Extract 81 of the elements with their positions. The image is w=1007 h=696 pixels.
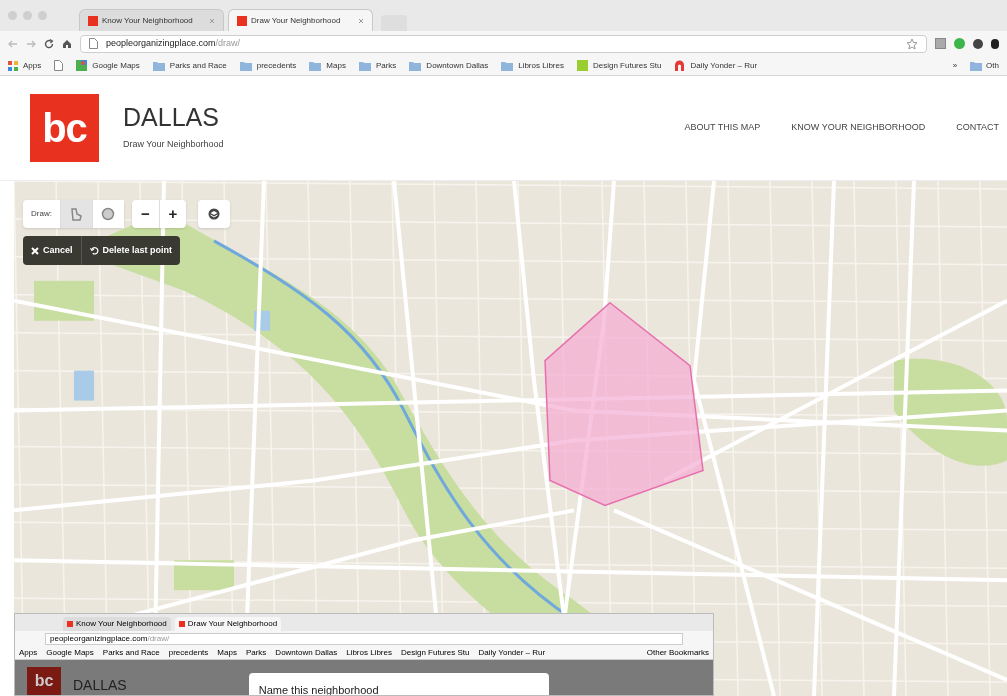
reload-icon[interactable] [44, 38, 54, 49]
folder-icon [152, 60, 165, 71]
tab-title: Draw Your Neighborhood [251, 14, 342, 27]
site-icon [577, 60, 588, 71]
site-title: DALLAS [123, 104, 220, 130]
nav-link[interactable]: ABOUT THIS MAP [684, 121, 761, 135]
circle-draw-icon [101, 207, 116, 221]
bookmark-link[interactable]: Libros Libres [346, 646, 392, 659]
url-text: peopleorganizingplace.com/draw/ [106, 36, 241, 50]
site-favicon [237, 15, 247, 26]
bookmark-link[interactable]: Design Futures Stu [577, 59, 662, 72]
bookmark-link[interactable]: Maps [309, 59, 346, 72]
tab-title: Draw Your Neighborhood [187, 618, 278, 630]
bookmark-link[interactable]: Libros Libres [501, 59, 564, 72]
folder-icon [309, 60, 322, 71]
site-favicon [178, 621, 185, 627]
bookmark-link[interactable]: Parks and Race [152, 59, 227, 72]
tab-title: Know Your Neighborhood [76, 618, 167, 630]
bookmark-link[interactable]: Other Bookmarks [646, 646, 709, 659]
nav-link[interactable]: KNOW YOUR NEIGHBORHOOD [791, 121, 926, 135]
close-icon [31, 246, 39, 255]
site-logo[interactable]: bc [30, 94, 99, 162]
browser-tab[interactable]: Draw Your Neighborhood [174, 617, 282, 631]
cancel-button[interactable]: Cancel [23, 236, 81, 265]
drawn-neighborhood-shape[interactable] [544, 301, 704, 507]
site-favicon [88, 15, 98, 26]
close-icon[interactable] [209, 17, 215, 24]
delete-last-point-button[interactable]: Delete last point [80, 236, 181, 265]
close-icon[interactable] [358, 17, 364, 24]
bookmark-link[interactable]: Design Futures Stu [401, 646, 470, 659]
site-logo: bc [27, 667, 61, 695]
folder-icon [358, 60, 371, 71]
bookmark-link[interactable]: Google Maps [46, 646, 94, 659]
map-pin-icon [76, 60, 88, 71]
back-arrow-icon[interactable] [8, 38, 18, 49]
undo-icon [89, 246, 99, 255]
polygon-draw-icon [69, 207, 84, 221]
folder-icon [970, 60, 983, 71]
bookmark-link[interactable]: Daily Yonder – Rur [478, 646, 546, 659]
site-subtitle: Draw Your Neighborhood [123, 137, 224, 151]
bookmark-link[interactable]: Parks [245, 646, 267, 659]
bookmark-link[interactable]: Google Maps [76, 59, 140, 72]
bookmark-link[interactable]: Daily Yonder – Rur [674, 59, 758, 72]
draw-tool-button[interactable] [59, 200, 92, 228]
apps-grid-icon [8, 60, 18, 71]
draw-label: Draw: [30, 208, 53, 220]
bookmark-link[interactable]: Apps [19, 646, 38, 659]
more-bookmarks-button[interactable]: » [952, 59, 958, 72]
site-favicon [67, 621, 73, 627]
folder-icon [501, 60, 514, 71]
browser-tab[interactable]: Draw Your Neighborhood [228, 9, 373, 31]
bookmark-link[interactable]: Downtown Dallas [409, 59, 489, 72]
home-icon[interactable] [62, 38, 72, 49]
browser-tab[interactable]: Know Your Neighborhood [63, 617, 171, 631]
star-icon[interactable] [906, 37, 918, 50]
bookmark-link[interactable]: Parks and Race [102, 646, 160, 659]
layers-icon [207, 208, 220, 220]
address-bar[interactable]: peopleorganizingplace.com/draw/ [45, 632, 683, 645]
bookmark-link[interactable]: precedents [168, 646, 209, 659]
address-bar[interactable]: peopleorganizingplace.com/draw/ [80, 34, 927, 53]
arch-icon [674, 60, 686, 71]
bookmark-link[interactable]: Apps [8, 59, 42, 72]
zoom-in-button[interactable]: + [158, 200, 186, 228]
tab-title: Know Your Neighborhood [102, 14, 194, 27]
page-icon [54, 60, 64, 71]
folder-icon [239, 60, 252, 71]
bookmark-link[interactable]: Oth [970, 59, 999, 72]
bookmark-link[interactable]: Maps [217, 646, 237, 659]
layers-button[interactable] [197, 200, 230, 228]
nav-link[interactable]: CONTACT [956, 121, 999, 135]
bookmark-link[interactable]: Parks [358, 59, 397, 72]
folder-icon [409, 60, 422, 71]
bookmark-link[interactable] [54, 60, 64, 71]
draw-tool-button[interactable] [91, 200, 124, 228]
site-title: DALLAS [73, 677, 127, 692]
browser-tab[interactable]: Know Your Neighborhood [79, 9, 224, 31]
bookmark-link[interactable]: precedents [239, 59, 297, 72]
bookmark-link[interactable]: Downtown Dallas [275, 646, 338, 659]
zoom-out-button[interactable]: − [131, 200, 159, 228]
page-icon [89, 38, 98, 49]
forward-arrow-icon[interactable] [26, 38, 36, 49]
